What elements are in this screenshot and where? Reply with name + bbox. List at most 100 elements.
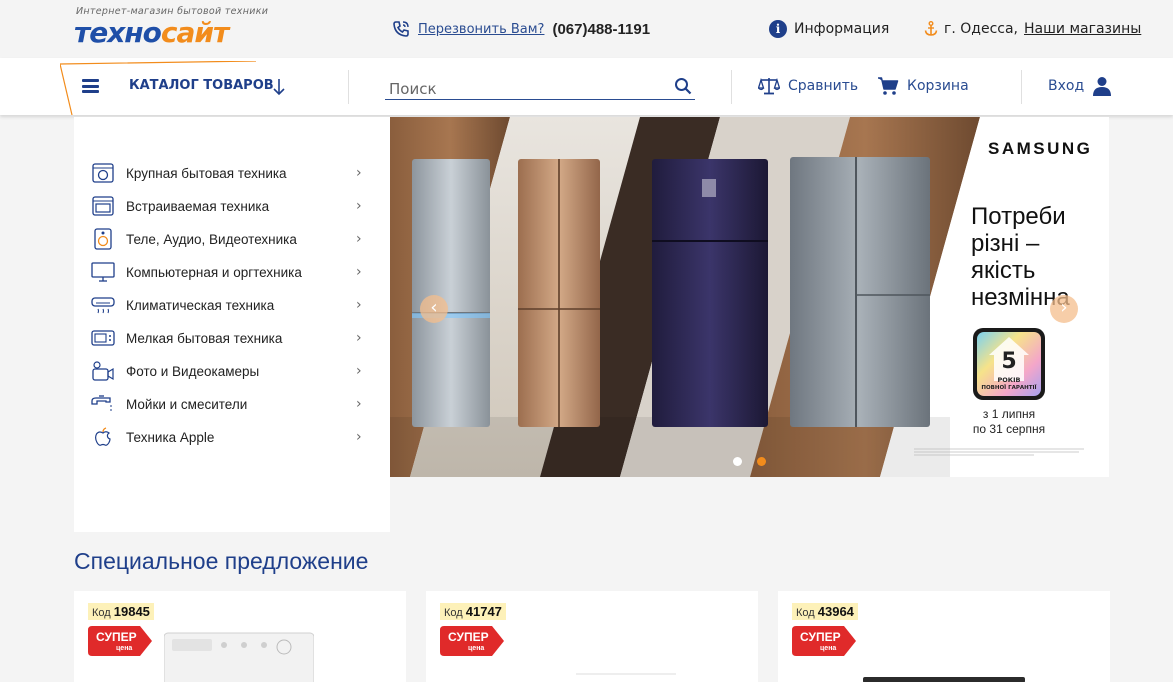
catalog-item-label: Мойки и смесители	[126, 396, 248, 412]
info-label: Информация	[794, 21, 890, 37]
cart-icon	[878, 77, 899, 95]
product-card[interactable]: Код 19845 СУПЕР цена	[74, 591, 406, 682]
compare-label: Сравнить	[788, 78, 859, 94]
catalog-item-sinks-faucets[interactable]: Мойки и смесители ›	[90, 392, 366, 416]
city-label: г. Одесса,	[944, 21, 1018, 37]
phone-callback-icon	[393, 21, 409, 37]
product-code-badge: Код 43964	[792, 603, 858, 620]
catalog-button[interactable]: КАТАЛОГ ТОВАРОВ	[129, 78, 274, 93]
cart-label: Корзина	[907, 78, 969, 94]
catalog-item-computers[interactable]: Компьютерная и оргтехника ›	[90, 260, 366, 284]
nav-divider	[348, 70, 349, 104]
code-prefix: Код	[796, 607, 815, 619]
promo-date-line: з 1 липня	[982, 407, 1036, 421]
price-badge-text: цена	[116, 645, 133, 652]
phone-number[interactable]: (067)488-1191	[552, 21, 650, 38]
chevron-right-icon: ›	[356, 165, 362, 181]
chevron-right-icon: ›	[356, 264, 362, 280]
super-price-badge: СУПЕР цена	[88, 626, 152, 656]
promo-banner[interactable]: SAMSUNG Потреби різні – якість незмінна …	[390, 117, 1109, 477]
headline-line: різні –	[971, 230, 1040, 257]
chevron-right-icon: ›	[356, 330, 362, 346]
speaker-icon	[90, 228, 116, 250]
slider-prev-button[interactable]: ‹	[420, 295, 448, 323]
promo-date-line: по 31 серпня	[972, 422, 1046, 436]
banner-brand: SAMSUNG	[988, 139, 1093, 158]
warranty-line2: ПОВНОЇ ГАРАНТІЇ	[981, 385, 1037, 391]
code-prefix: Код	[92, 607, 111, 619]
chevron-right-icon: ›	[356, 429, 362, 445]
search-bar	[385, 75, 695, 100]
slider-dot[interactable]	[733, 457, 742, 466]
catalog-item-label: Встраиваемая техника	[126, 198, 270, 214]
slider-next-button[interactable]: ›	[1050, 295, 1078, 323]
catalog-item-large-appliances[interactable]: Крупная бытовая техника ›	[90, 161, 366, 185]
city-block: г. Одесса, Наши магазины	[924, 18, 1141, 40]
catalog-item-climate[interactable]: Климатическая техника ›	[90, 293, 366, 317]
headline-line: Потреби	[971, 203, 1066, 230]
warranty-badge: 5 РОКІВ ПОВНОЇ ГАРАНТІЇ	[972, 327, 1046, 401]
main-navbar: КАТАЛОГ ТОВАРОВ Сравнить Корзина	[0, 58, 1173, 115]
catalog-item-small-appliances[interactable]: Мелкая бытовая техника ›	[90, 326, 366, 350]
chevron-right-icon: ›	[356, 297, 362, 313]
info-icon: i	[769, 20, 787, 38]
washing-machine-product-image	[164, 632, 314, 682]
catalog-item-apple[interactable]: Техника Apple ›	[90, 425, 366, 449]
super-badge-text: СУПЕР	[96, 630, 137, 644]
faucet-icon	[90, 393, 116, 415]
hamburger-menu-icon[interactable]	[82, 79, 99, 93]
camera-icon	[90, 360, 116, 382]
logo-wordmark: техносайт	[74, 16, 229, 49]
search-input[interactable]	[385, 75, 655, 99]
product-code: 41747	[465, 604, 502, 619]
catalog-item-built-in[interactable]: Встраиваемая техника ›	[90, 194, 366, 218]
product-code-badge: Код 19845	[88, 603, 154, 620]
product-card[interactable]: Код 41747 СУПЕР цена	[426, 591, 758, 682]
info-link[interactable]: i Информация	[769, 18, 889, 40]
warranty-line1: РОКІВ	[997, 376, 1021, 384]
chevron-right-icon: ›	[356, 231, 362, 247]
catalog-item-cameras[interactable]: Фото и Видеокамеры ›	[90, 359, 366, 383]
anchor-icon	[924, 21, 938, 36]
product-code: 43964	[817, 604, 854, 619]
headline-line: якість	[971, 257, 1036, 284]
super-badge-text: СУПЕР	[800, 630, 841, 644]
tv-product-image	[863, 677, 1025, 682]
super-price-badge: СУПЕР цена	[792, 626, 856, 656]
catalog-item-label: Компьютерная и оргтехника	[126, 264, 302, 280]
compare-button[interactable]: Сравнить	[758, 76, 858, 96]
search-icon[interactable]	[674, 77, 692, 95]
our-stores-link[interactable]: Наши магазины	[1024, 21, 1141, 37]
special-offer-title: Специальное предложение	[74, 548, 369, 574]
product-code: 19845	[113, 604, 150, 619]
arrow-down-icon[interactable]	[272, 78, 286, 96]
banner-headline: Потреби різні – якість незмінна	[971, 203, 1096, 311]
product-code-badge: Код 41747	[440, 603, 506, 620]
promo-dates: з 1 липня по 31 серпня	[964, 407, 1054, 437]
top-bar: Интернет-магазин бытовой техники техноса…	[0, 0, 1173, 58]
catalog-item-label: Техника Apple	[126, 429, 215, 445]
code-prefix: Код	[444, 607, 463, 619]
callback-link[interactable]: Перезвонить Вам?	[418, 22, 544, 37]
washing-machine-icon	[90, 162, 116, 184]
apple-icon	[90, 426, 116, 448]
product-image-placeholder	[576, 673, 676, 675]
catalog-item-label: Мелкая бытовая техника	[126, 330, 283, 346]
logo-word-part1: техно	[74, 16, 162, 49]
nav-divider	[1021, 70, 1022, 104]
login-button[interactable]: Вход	[1048, 76, 1112, 96]
price-badge-text: цена	[820, 645, 837, 652]
catalog-item-label: Климатическая техника	[126, 297, 275, 313]
cart-button[interactable]: Корзина	[877, 76, 969, 96]
monitor-icon	[90, 261, 116, 283]
scales-icon	[758, 77, 780, 95]
oven-icon	[90, 195, 116, 217]
product-card[interactable]: Код 43964 СУПЕР цена	[778, 591, 1110, 682]
catalog-sidebar: Крупная бытовая техника › Встраиваемая т…	[74, 117, 390, 532]
slider-dot-active[interactable]	[757, 457, 766, 466]
warranty-years: 5	[1001, 349, 1017, 374]
banner-fineprint	[914, 448, 1084, 456]
site-logo[interactable]: Интернет-магазин бытовой техники техноса…	[74, 6, 284, 50]
catalog-item-tv-audio-video[interactable]: Теле, Аудио, Видеотехника ›	[90, 227, 366, 251]
catalog-item-label: Фото и Видеокамеры	[126, 363, 260, 379]
